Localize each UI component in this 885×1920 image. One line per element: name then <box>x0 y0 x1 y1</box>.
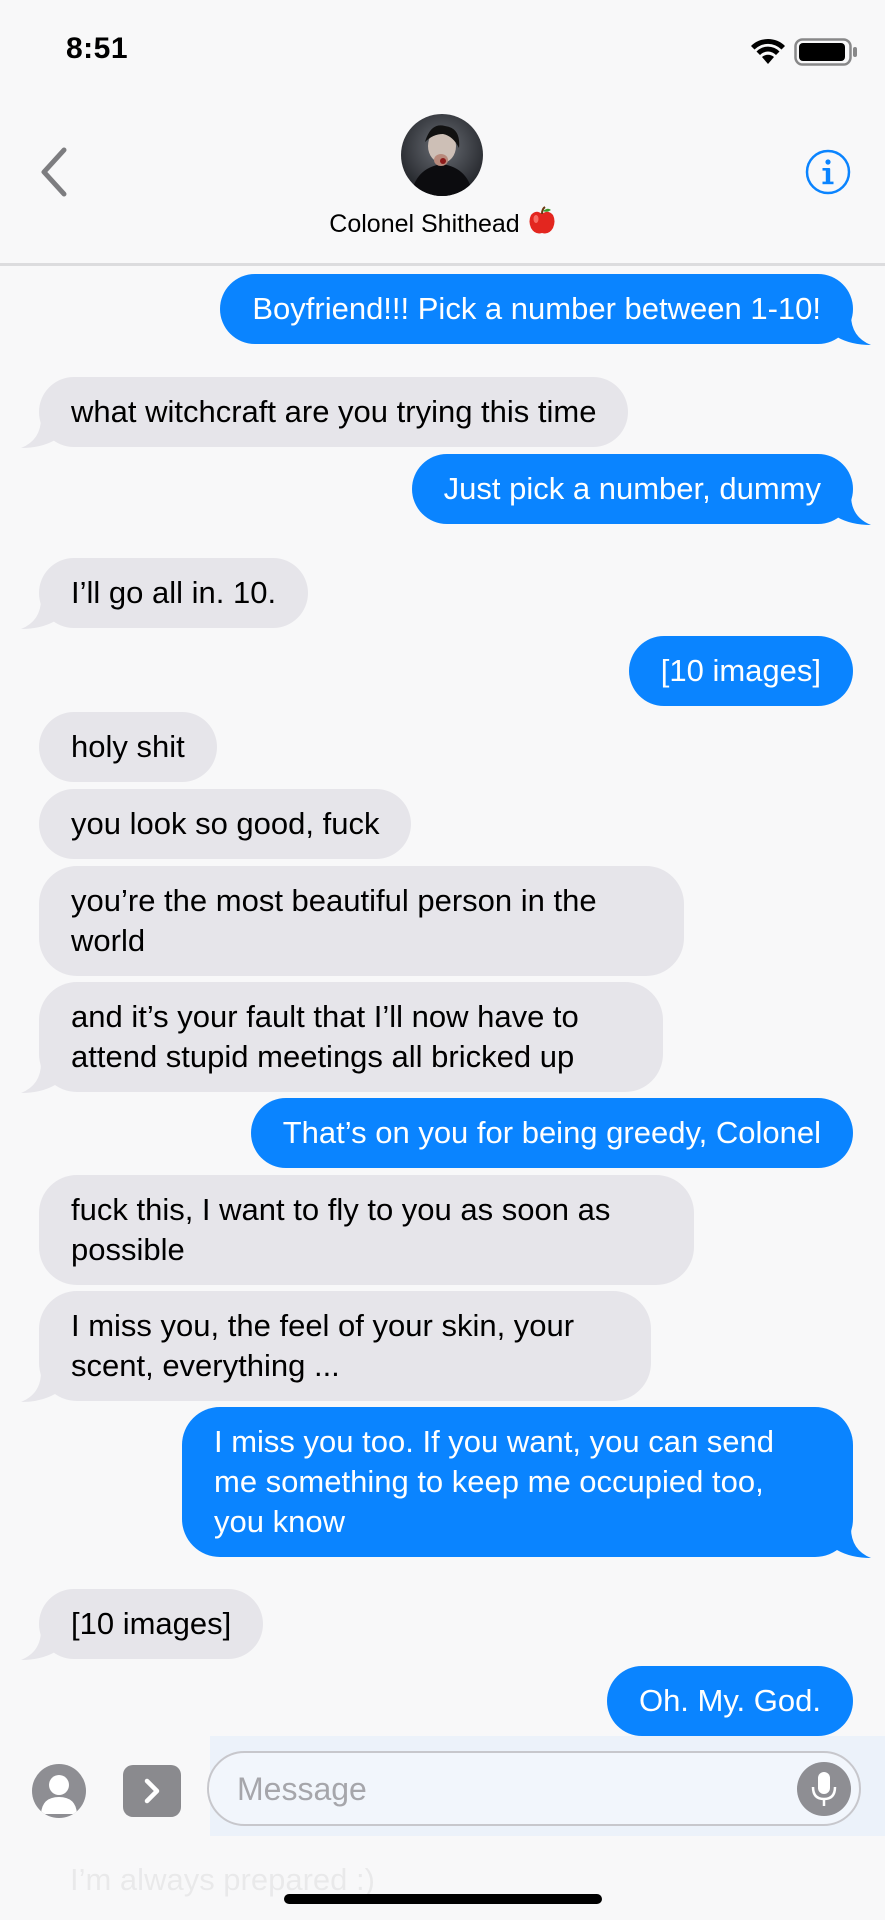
conversation-header: Colonel Shithead <box>0 100 885 266</box>
message-text: Boyfriend!!! Pick a number between 1-10! <box>252 291 821 326</box>
message-bubble-sent[interactable]: [10 images] <box>628 636 853 706</box>
message-bubble-received[interactable]: and it’s your fault that I’ll now have t… <box>21 982 663 1093</box>
message-text: Just pick a number, dummy <box>443 471 821 506</box>
bubble-tail <box>837 495 871 525</box>
microphone-icon[interactable] <box>797 1762 851 1816</box>
message-input[interactable] <box>237 1765 757 1813</box>
message-bubble-received[interactable]: you look so good, fuck <box>39 789 412 859</box>
wifi-icon <box>751 38 785 64</box>
message-text: That’s on you for being greedy, Colonel <box>282 1115 821 1150</box>
message-bubble-received[interactable]: fuck this, I want to fly to you as soon … <box>39 1175 694 1285</box>
app-store-icon[interactable] <box>123 1765 181 1817</box>
message-bubble-received[interactable]: [10 images] <box>21 1589 264 1660</box>
message-text: you’re the most beautiful person in the … <box>71 883 597 958</box>
message-bubble-received[interactable]: you’re the most beautiful person in the … <box>39 866 684 976</box>
contact-name[interactable]: Colonel Shithead <box>0 206 885 243</box>
message-bubble-received[interactable]: I’ll go all in. 10. <box>21 558 309 629</box>
bubble-tail <box>21 1063 55 1093</box>
message-text: and it’s your fault that I’ll now have t… <box>71 999 579 1074</box>
message-text: what witchcraft are you trying this time <box>71 394 597 429</box>
message-text: holy shit <box>71 729 185 764</box>
faded-message-behind: I’m always prepared :) <box>70 1862 375 1897</box>
bubble-tail <box>21 1630 55 1660</box>
message-bubble-sent[interactable]: Oh. My. God. <box>606 1666 853 1736</box>
message-text: [10 images] <box>660 653 821 688</box>
home-indicator <box>284 1894 602 1904</box>
message-text: you look so good, fuck <box>71 806 380 841</box>
status-time: 8:51 <box>66 32 129 65</box>
message-text: I’ll go all in. 10. <box>71 575 277 610</box>
message-text: I miss you too. If you want, you can sen… <box>214 1424 775 1539</box>
message-text: I miss you, the feel of your skin, your … <box>71 1308 575 1383</box>
bubble-tail <box>21 418 55 448</box>
message-bubble-received[interactable]: holy shit <box>39 712 217 782</box>
message-bubble-received[interactable]: what witchcraft are you trying this time <box>21 377 629 448</box>
info-icon[interactable] <box>804 148 852 196</box>
camera-icon[interactable] <box>32 1764 86 1818</box>
message-text: [10 images] <box>71 1606 232 1641</box>
message-bubble-sent[interactable]: I miss you too. If you want, you can sen… <box>182 1407 871 1558</box>
contact-name-text: Colonel Shithead <box>329 210 520 238</box>
status-bar: 8:51 <box>0 0 885 100</box>
message-field[interactable] <box>207 1751 861 1826</box>
apple-emoji-icon <box>528 206 556 243</box>
message-bubble-sent[interactable]: Just pick a number, dummy <box>411 454 871 525</box>
back-chevron-icon[interactable] <box>34 144 78 200</box>
message-bubble-sent[interactable]: Boyfriend!!! Pick a number between 1-10! <box>220 274 871 345</box>
bubble-tail <box>21 1372 55 1402</box>
avatar[interactable] <box>401 114 483 196</box>
message-text: fuck this, I want to fly to you as soon … <box>71 1192 611 1267</box>
message-bubble-sent[interactable]: That’s on you for being greedy, Colonel <box>250 1098 853 1168</box>
bubble-tail <box>21 599 55 629</box>
bubble-tail <box>837 315 871 345</box>
message-text: Oh. My. God. <box>638 1683 821 1718</box>
message-bubble-received[interactable]: I miss you, the feel of your skin, your … <box>21 1291 651 1402</box>
bubble-tail <box>837 1528 871 1558</box>
battery-icon <box>794 38 857 66</box>
messages-screen: 8:51 Colonel Shithead Boyfriend!!! Pick … <box>0 0 885 1920</box>
